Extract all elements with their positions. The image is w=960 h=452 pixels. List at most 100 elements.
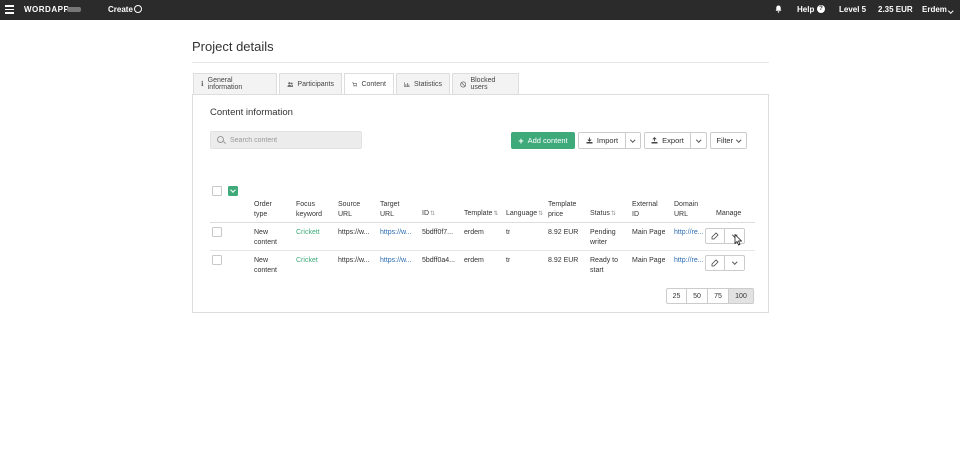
header-template-price[interactable]: Template price xyxy=(548,200,576,219)
tab-statistics[interactable]: Statistics xyxy=(396,73,450,94)
chevron-down-icon xyxy=(948,7,954,13)
header-order-type[interactable]: Order type xyxy=(254,200,272,219)
balance-display[interactable]: 2.35 EUR xyxy=(878,5,913,14)
download-icon xyxy=(586,137,593,144)
cell-source-url: https://w... xyxy=(338,257,370,264)
page-size-25[interactable]: 25 xyxy=(666,288,687,304)
header-divider xyxy=(210,222,755,223)
cell-language: tr xyxy=(506,229,511,236)
row-actions-dropdown[interactable] xyxy=(725,255,745,271)
tab-participants[interactable]: Participants xyxy=(279,73,342,94)
export-label: Export xyxy=(662,136,684,145)
user-menu[interactable]: Erdem xyxy=(922,5,954,14)
filter-label: Filter xyxy=(716,136,734,145)
cell-template-price: 8.92 EUR xyxy=(548,229,579,236)
hamburger-menu-icon[interactable] xyxy=(5,5,14,14)
sort-icon: ⇅ xyxy=(538,211,544,217)
tab-label: Statistics xyxy=(413,80,442,88)
cell-focus-keyword[interactable]: Crickett xyxy=(296,228,320,238)
header-id[interactable]: ID⇅ xyxy=(422,209,435,220)
row-divider xyxy=(210,250,755,251)
upload-icon xyxy=(651,137,658,144)
page-size-50[interactable]: 50 xyxy=(687,288,708,304)
search-icon xyxy=(217,136,224,143)
cell-id: 5bdff0f7... xyxy=(422,229,454,236)
section-title: Content information xyxy=(210,107,293,118)
edit-button[interactable] xyxy=(705,228,725,244)
plus-icon: + xyxy=(518,135,524,146)
cell-status: Pending writer xyxy=(590,229,616,246)
create-plus-icon[interactable] xyxy=(134,5,142,13)
chevron-down-icon xyxy=(696,137,701,142)
cell-template: erdem xyxy=(464,257,484,264)
row-checkbox[interactable] xyxy=(212,255,222,265)
notification-bell-icon[interactable] xyxy=(775,5,782,13)
cell-id: 5bdff0a4... xyxy=(422,257,455,264)
search-input[interactable] xyxy=(230,134,358,147)
header-source-url[interactable]: Source URL xyxy=(338,200,360,219)
top-navbar: WORDAPP Create Help ? Level 5 2.35 EUR E… xyxy=(0,0,960,20)
header-target-url[interactable]: Target URL xyxy=(380,200,399,219)
tab-label: Blocked users xyxy=(470,77,496,91)
cell-domain-url[interactable]: http://re... xyxy=(674,228,704,238)
help-link[interactable]: Help xyxy=(797,5,814,14)
filter-button[interactable]: Filter xyxy=(710,132,747,149)
tab-general-information[interactable]: ℹ General information xyxy=(193,73,277,94)
cell-focus-keyword[interactable]: Cricket xyxy=(296,256,318,266)
blocked-icon xyxy=(460,81,467,87)
header-template[interactable]: Template⇅ xyxy=(464,209,498,220)
bulk-actions-dropdown[interactable] xyxy=(228,186,238,196)
select-all-checkbox[interactable] xyxy=(212,186,222,196)
import-label: Import xyxy=(596,136,619,145)
header-external-id[interactable]: External ID xyxy=(632,200,658,219)
cell-domain-url[interactable]: http://re... xyxy=(674,256,704,266)
edit-button[interactable] xyxy=(705,255,725,271)
divider xyxy=(192,62,769,63)
help-question-icon[interactable]: ? xyxy=(817,5,825,13)
header-domain-url[interactable]: Domain URL xyxy=(674,200,698,219)
user-name: Erdem xyxy=(922,5,947,14)
page-size-100[interactable]: 100 xyxy=(729,288,754,304)
cart-icon xyxy=(352,82,358,87)
header-language[interactable]: Language⇅ xyxy=(506,209,543,220)
import-button[interactable]: Import xyxy=(578,132,626,149)
users-icon xyxy=(287,81,294,87)
page-size-75[interactable]: 75 xyxy=(708,288,729,304)
cell-external-id: Main Page xyxy=(632,229,666,236)
cell-external-id: Main Page xyxy=(632,257,666,264)
tab-label: Participants xyxy=(297,80,334,88)
mouse-cursor-icon xyxy=(734,234,742,246)
chevron-down-icon xyxy=(630,137,636,142)
export-button[interactable]: Export xyxy=(644,132,691,149)
edit-icon xyxy=(711,259,719,267)
cell-template: erdem xyxy=(464,229,484,236)
tab-blocked-users[interactable]: Blocked users xyxy=(452,73,519,94)
row-checkbox[interactable] xyxy=(212,227,222,237)
sort-icon: ⇅ xyxy=(610,211,616,217)
search-box[interactable] xyxy=(210,131,362,149)
header-manage: Manage xyxy=(716,210,742,217)
page-title: Project details xyxy=(192,39,274,54)
create-menu[interactable]: Create xyxy=(108,5,133,14)
cell-language: tr xyxy=(506,257,511,264)
cell-target-url[interactable]: https://w... xyxy=(380,228,418,238)
sort-icon: ⇅ xyxy=(493,211,499,217)
cell-status: Ready to start xyxy=(590,257,619,274)
app-logo[interactable]: WORDAPP xyxy=(24,5,69,14)
tab-content[interactable]: Content xyxy=(344,73,394,95)
add-content-label: Add content xyxy=(527,136,568,145)
header-focus-keyword[interactable]: Focus keyword xyxy=(296,200,322,219)
cell-source-url: https://w... xyxy=(338,229,370,236)
export-dropdown-button[interactable] xyxy=(690,132,707,149)
chevron-down-icon xyxy=(736,137,742,142)
logo-badge xyxy=(67,7,81,12)
header-status[interactable]: Status⇅ xyxy=(590,209,616,220)
cell-target-url[interactable]: https://w... xyxy=(380,256,418,266)
cell-template-price: 8.92 EUR xyxy=(548,257,579,264)
level-badge[interactable]: Level 5 xyxy=(839,5,866,14)
import-dropdown-button[interactable] xyxy=(625,132,641,149)
chevron-down-icon xyxy=(732,259,737,265)
add-content-button[interactable]: + Add content xyxy=(511,132,575,149)
sort-icon: ⇅ xyxy=(430,211,436,217)
bar-chart-icon xyxy=(404,81,410,87)
